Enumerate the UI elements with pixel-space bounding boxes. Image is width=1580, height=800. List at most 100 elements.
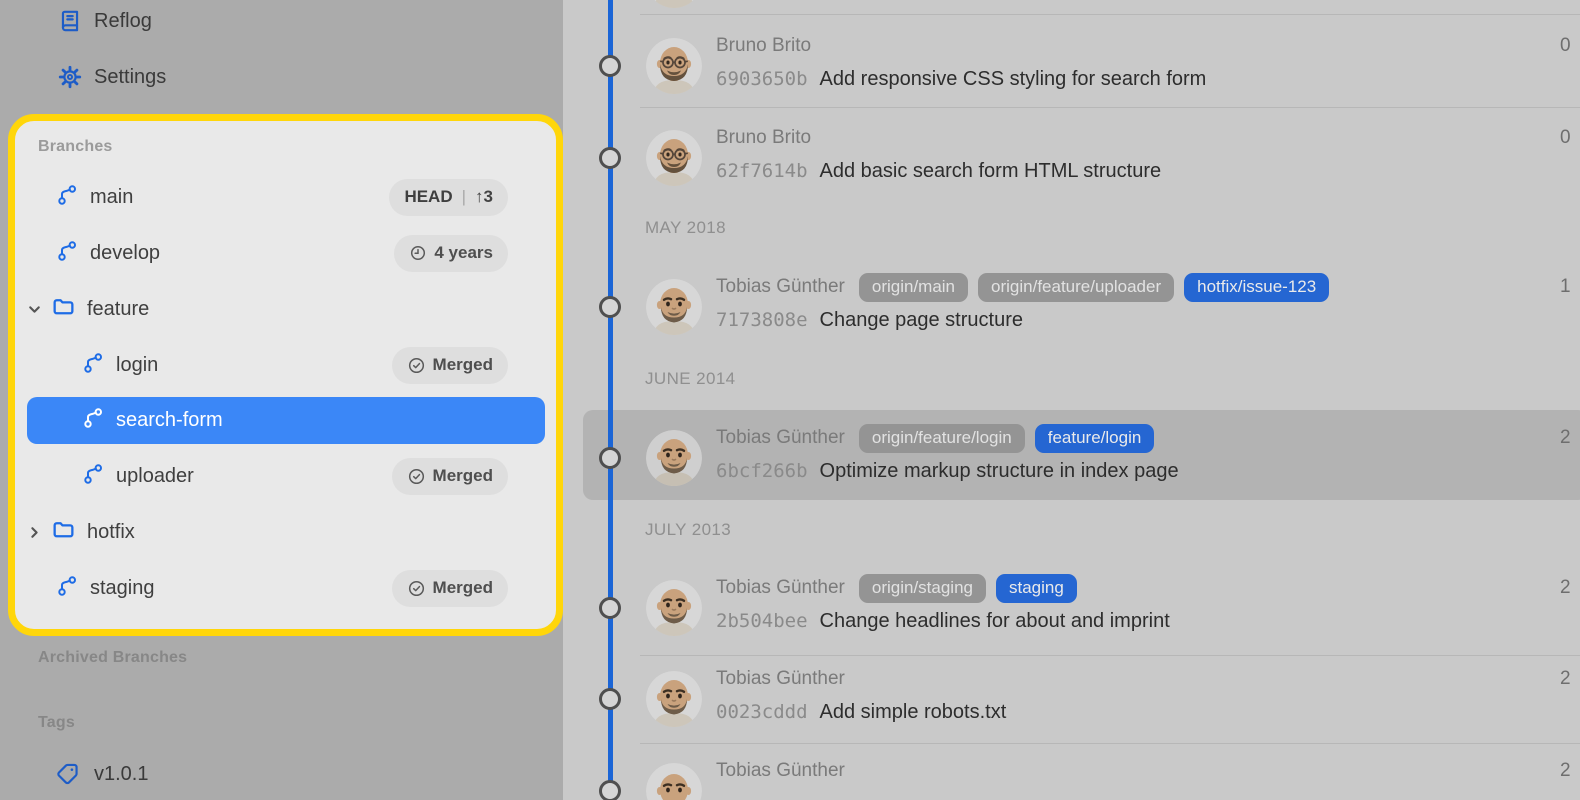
commit-date-truncated: 2 <box>1560 425 1571 451</box>
merged-badge: Merged <box>392 458 508 495</box>
head-badge-text: HEAD <box>404 187 452 207</box>
sidebar-item-label: Reflog <box>94 10 152 33</box>
commit-date-truncated: 2 <box>1560 666 1571 692</box>
date-group-header: MAY 2018 <box>645 218 726 238</box>
commit-row[interactable]: Tobias Günther 2 <box>646 758 1580 800</box>
branch-label: search-form <box>116 409 223 432</box>
commit-author: Tobias Günther <box>716 427 845 449</box>
commit-message: Add simple robots.txt <box>820 701 1007 724</box>
time-badge-text: 4 years <box>434 243 493 263</box>
commit-hash: 7173808e <box>716 309 808 331</box>
commit-graph-line <box>608 0 613 800</box>
row-divider <box>640 655 1580 656</box>
sidebar-item-reflog[interactable]: Reflog <box>0 0 563 42</box>
commit-date-truncated: 1 <box>1560 274 1571 300</box>
branch-item-main[interactable]: main HEAD | ↑3 <box>15 173 556 221</box>
avatar-tobias-guenther <box>646 430 702 486</box>
chevron-right-icon[interactable] <box>26 524 43 541</box>
commit-hash: 2b504bee <box>716 610 808 632</box>
ref-badge-local[interactable]: staging <box>996 574 1077 603</box>
commit-node <box>599 597 621 619</box>
commit-node <box>599 55 621 77</box>
reflog-book-icon <box>56 7 84 35</box>
row-divider <box>640 743 1580 744</box>
folder-label: hotfix <box>87 521 135 544</box>
row-divider <box>640 107 1580 108</box>
tags-section-title: Tags <box>38 714 75 732</box>
folder-label: feature <box>87 298 149 321</box>
sidebar-item-label: Settings <box>94 66 166 89</box>
head-badge: HEAD | ↑3 <box>389 179 508 216</box>
branch-item-login[interactable]: login Merged <box>15 341 556 389</box>
chevron-down-icon[interactable] <box>26 301 43 318</box>
commit-row-selected[interactable]: Tobias Günther origin/feature/login feat… <box>646 425 1580 491</box>
commit-author: Bruno Brito <box>716 35 811 57</box>
commit-node <box>599 147 621 169</box>
commit-row[interactable]: Tobias Günther origin/staging staging 2b… <box>646 575 1580 641</box>
commit-date-truncated: 0 <box>1560 125 1571 151</box>
commit-message: Change page structure <box>820 309 1023 332</box>
commit-author: Tobias Günther <box>716 760 845 782</box>
commit-hash: 6903650b <box>716 68 808 90</box>
commit-message: Change headlines for about and imprint <box>820 610 1170 633</box>
tag-icon <box>54 760 82 788</box>
branches-section-title: Branches <box>38 138 113 156</box>
merged-badge-text: Merged <box>433 466 493 486</box>
commit-row[interactable]: Tobias Günther origin/main origin/featur… <box>646 274 1580 340</box>
row-divider <box>640 14 1580 15</box>
branch-label: login <box>116 354 158 377</box>
ref-badge-local[interactable]: hotfix/issue-123 <box>1184 273 1329 302</box>
commit-message: Optimize markup structure in index page <box>820 460 1179 483</box>
commit-node <box>599 296 621 318</box>
avatar-partial-top <box>646 0 702 8</box>
commit-row[interactable]: Bruno Brito 6903650b Add responsive CSS … <box>646 33 1580 99</box>
branch-label: uploader <box>116 465 194 488</box>
commit-node <box>599 780 621 800</box>
merged-badge: Merged <box>392 570 508 607</box>
check-circle-icon <box>407 579 426 598</box>
commit-row[interactable]: Bruno Brito 62f7614b Add basic search fo… <box>646 125 1580 191</box>
branch-item-staging[interactable]: staging Merged <box>15 564 556 612</box>
check-circle-icon <box>407 467 426 486</box>
commit-node <box>599 447 621 469</box>
avatar-tobias-guenther <box>646 671 702 727</box>
avatar-bruno-brito <box>646 38 702 94</box>
folder-icon <box>51 517 76 547</box>
tag-item-v101[interactable]: v1.0.1 <box>0 752 563 796</box>
commit-author: Tobias Günther <box>716 276 845 298</box>
branch-label: main <box>90 186 133 209</box>
git-branch-icon <box>81 462 105 491</box>
sidebar-item-settings[interactable]: Settings <box>0 55 563 99</box>
git-branch-icon <box>81 406 105 435</box>
ref-badge-remote[interactable]: origin/main <box>859 273 968 302</box>
ref-badge-remote[interactable]: origin/feature/uploader <box>978 273 1174 302</box>
branch-folder-hotfix[interactable]: hotfix <box>15 508 556 556</box>
tag-label: v1.0.1 <box>94 763 148 786</box>
commit-message: Add basic search form HTML structure <box>820 160 1162 183</box>
branch-item-develop[interactable]: develop 4 years <box>15 229 556 277</box>
commit-author: Tobias Günther <box>716 577 845 599</box>
commit-hash: 0023cddd <box>716 701 808 723</box>
commit-history-list[interactable]: MAY 2018 JUNE 2014 JULY 2013 <box>563 0 1580 800</box>
branch-label: develop <box>90 242 160 265</box>
branch-folder-feature[interactable]: feature <box>15 285 556 333</box>
commit-date-truncated: 0 <box>1560 33 1571 59</box>
ref-badge-remote[interactable]: origin/staging <box>859 574 986 603</box>
git-client-window: Reflog Settings Branches <box>0 0 1580 800</box>
clock-icon <box>409 244 427 262</box>
ref-badge-remote[interactable]: origin/feature/login <box>859 424 1025 453</box>
ref-badge-local[interactable]: feature/login <box>1035 424 1155 453</box>
git-branch-icon <box>81 351 105 380</box>
avatar-tobias-guenther <box>646 279 702 335</box>
avatar-tobias-guenther <box>646 580 702 636</box>
archived-branches-section-title: Archived Branches <box>38 649 187 667</box>
time-badge: 4 years <box>394 235 508 272</box>
merged-badge-text: Merged <box>433 355 493 375</box>
ref-badges: origin/main origin/feature/uploader hotf… <box>859 273 1329 302</box>
commit-date-truncated: 2 <box>1560 575 1571 601</box>
sidebar: Reflog Settings Branches <box>0 0 563 800</box>
commit-row[interactable]: Tobias Günther 0023cddd Add simple robot… <box>646 666 1580 732</box>
branch-item-search-form[interactable]: search-form <box>15 396 556 444</box>
branch-item-uploader[interactable]: uploader Merged <box>15 452 556 500</box>
date-group-header: JUNE 2014 <box>645 369 736 389</box>
